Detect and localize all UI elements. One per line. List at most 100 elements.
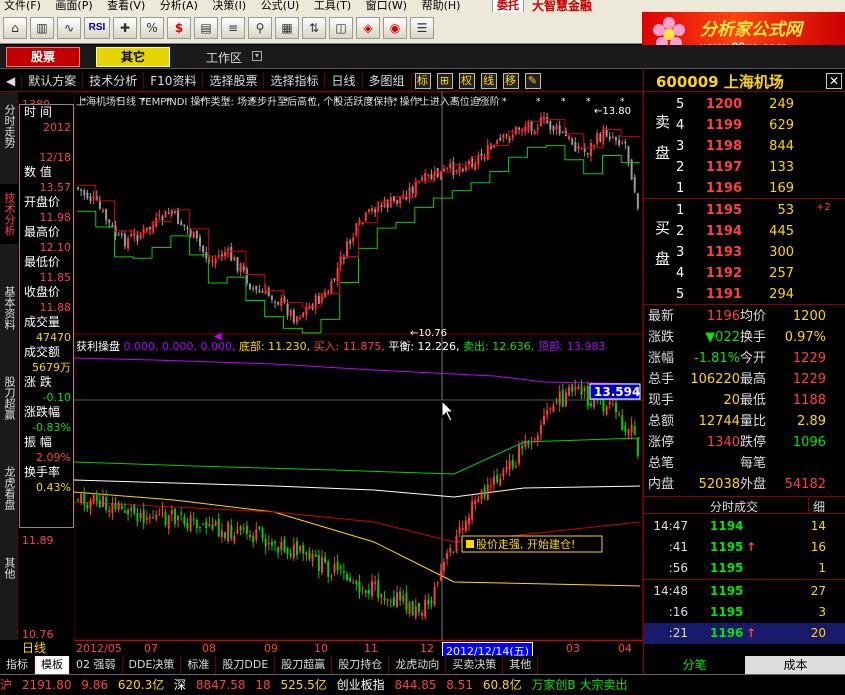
tab-stock[interactable]: 股票 bbox=[6, 47, 80, 67]
bid-row[interactable]: 4 1192 257 bbox=[644, 263, 845, 284]
news-icon[interactable]: ≡ bbox=[221, 16, 245, 39]
sz-label: 深 bbox=[174, 678, 187, 692]
candle-body bbox=[574, 387, 577, 390]
candle-body bbox=[514, 465, 517, 467]
tab-trade-decision[interactable]: 买卖决策 bbox=[446, 656, 504, 674]
candle-body bbox=[217, 255, 220, 257]
multi-chart-dropdown[interactable]: 多图组 bbox=[363, 72, 412, 89]
workspace-close-icon[interactable]: ▾ bbox=[252, 51, 262, 61]
shield-icon[interactable]: ◈ bbox=[356, 16, 380, 39]
sort-icon[interactable]: ⇅ bbox=[302, 16, 326, 39]
workspace-label[interactable]: 工作区 bbox=[206, 49, 242, 66]
move-button[interactable]: 移 bbox=[502, 72, 519, 89]
candle-body bbox=[155, 217, 158, 227]
vtab-guodao[interactable]: 股刀超赢 bbox=[0, 368, 18, 428]
select-indicator-button[interactable]: 选择指标 bbox=[264, 72, 326, 89]
menu-help[interactable]: 帮助(H) bbox=[422, 0, 461, 12]
candle-body bbox=[80, 493, 83, 503]
coin-icon[interactable]: ◉ bbox=[383, 16, 407, 39]
candle-body bbox=[633, 425, 636, 435]
nav-left-icon[interactable]: ◀ bbox=[0, 73, 23, 88]
menu-file[interactable]: 文件(F) bbox=[4, 0, 41, 12]
ask-row[interactable]: 4 1199 629 bbox=[644, 115, 845, 136]
tab-gudao-dde[interactable]: 股刀DDE bbox=[216, 656, 276, 674]
settings-icon[interactable]: ☰ bbox=[410, 16, 434, 39]
tab-strength[interactable]: 02 强弱 bbox=[70, 656, 123, 674]
bid-row[interactable]: 1 1195 53 bbox=[644, 200, 845, 221]
minute-chart-icon[interactable]: ∿ bbox=[57, 16, 81, 39]
candle-body bbox=[492, 476, 495, 485]
menu-view-screen[interactable]: 画面(P) bbox=[55, 0, 92, 12]
vtab-technical[interactable]: 技术分析 bbox=[0, 184, 18, 244]
kline-icon[interactable]: ▥ bbox=[30, 16, 54, 39]
candle-body bbox=[111, 502, 114, 514]
menu-view[interactable]: 查看(V) bbox=[107, 0, 145, 12]
dividend-icon[interactable]: % bbox=[140, 16, 164, 39]
f10-button[interactable]: F10资料 bbox=[144, 72, 204, 89]
tab-gudao-position[interactable]: 股刀持仓 bbox=[332, 656, 390, 674]
vtab-dragon[interactable]: 龙虎看盘 bbox=[0, 458, 18, 518]
vtab-minute[interactable]: 分时走势 bbox=[0, 96, 18, 156]
search-binoculars-icon[interactable]: ⚲ bbox=[248, 16, 272, 39]
brand-label: 大智慧金融 bbox=[532, 0, 593, 12]
tab-other[interactable]: 其它 bbox=[96, 47, 170, 67]
mark-button[interactable]: 标 bbox=[414, 72, 431, 89]
f10-icon[interactable]: ◫ bbox=[329, 16, 353, 39]
ask-row[interactable]: 5 1200 249 bbox=[644, 94, 845, 115]
candle-body bbox=[471, 501, 474, 521]
info-value: 2.09% bbox=[36, 451, 71, 464]
rights-button[interactable]: 权 bbox=[458, 72, 475, 89]
select-stock-button[interactable]: 选择股票 bbox=[203, 72, 265, 89]
vtab-other[interactable]: 其他 bbox=[0, 548, 18, 588]
menu-formula[interactable]: 公式(U) bbox=[261, 0, 300, 12]
vtab-fundamental[interactable]: 基本资料 bbox=[0, 278, 18, 338]
low-label: ←10.76 bbox=[410, 328, 447, 339]
menu-analysis[interactable]: 分析(A) bbox=[160, 0, 198, 12]
tab-other-ind[interactable]: 其他 bbox=[503, 656, 539, 674]
technical-analysis-dropdown[interactable]: 技术分析 bbox=[83, 72, 145, 89]
home-icon[interactable]: ⌂ bbox=[3, 16, 27, 39]
ticks-detail-button[interactable]: 细 bbox=[808, 498, 825, 515]
draw-tool-icon[interactable]: ✎ bbox=[524, 72, 541, 89]
date-tick: 11 bbox=[364, 642, 378, 655]
tab-indicator[interactable]: 指标 bbox=[0, 656, 35, 674]
bid-row[interactable]: 3 1193 300 bbox=[644, 242, 845, 263]
crosshair-icon[interactable]: ⊞ bbox=[436, 72, 453, 89]
kline-chart[interactable]: * * * * * * * * * * * * * * * * * * * *←13.80←10.76上海机场日线 T… bbox=[74, 92, 643, 640]
candle-body bbox=[236, 257, 239, 271]
menu-tools[interactable]: 工具(T) bbox=[314, 0, 351, 12]
sz-index: 8847.58 bbox=[195, 678, 246, 692]
candle-body bbox=[167, 515, 170, 529]
ask-row[interactable]: 2 1197 133 bbox=[644, 157, 845, 178]
scheme-dropdown[interactable]: 默认方案 bbox=[22, 72, 84, 89]
bid-row[interactable]: 5 1191 294 bbox=[644, 284, 845, 305]
tab-template[interactable]: 模板 bbox=[35, 656, 70, 674]
line-button[interactable]: 线 bbox=[480, 72, 497, 89]
menu-decision[interactable]: 决策(I) bbox=[212, 0, 246, 12]
tab-cost[interactable]: 成本 bbox=[745, 656, 845, 674]
trade-dollar-icon[interactable]: $ bbox=[167, 16, 191, 39]
period-dropdown[interactable]: 日线 bbox=[325, 72, 363, 89]
rsi-icon[interactable]: RSI bbox=[84, 16, 110, 39]
tab-dragon-trend[interactable]: 龙虎动向 bbox=[389, 656, 447, 674]
bid-row[interactable]: 2 1194 445 bbox=[644, 221, 845, 242]
period-label[interactable]: 日线 bbox=[18, 640, 74, 656]
data-icon[interactable]: ▦ bbox=[275, 16, 299, 39]
tab-ticks[interactable]: 分笔 bbox=[644, 656, 745, 674]
candle-body bbox=[305, 306, 308, 315]
candle-body bbox=[217, 519, 220, 537]
news-ticker[interactable]: 万家创B 大宗卖出 bbox=[531, 678, 627, 692]
candle-body bbox=[83, 190, 86, 196]
tab-standard[interactable]: 标准 bbox=[181, 656, 217, 674]
tab-dde-decision[interactable]: DDE决策 bbox=[123, 656, 182, 674]
menu-window[interactable]: 窗口(W) bbox=[366, 0, 407, 12]
stat-label: 今开 bbox=[740, 351, 767, 366]
quote-list-icon[interactable]: ▤ bbox=[194, 16, 218, 39]
ask-row[interactable]: 1 1196 169 bbox=[644, 178, 845, 199]
tab-gudao-super[interactable]: 股刀超赢 bbox=[275, 656, 333, 674]
compass-icon[interactable]: ✚ bbox=[113, 16, 137, 39]
close-icon[interactable]: ✕ bbox=[826, 73, 842, 89]
tick-arrow-icon: ↑ bbox=[746, 626, 757, 640]
ask-row[interactable]: 3 1198 844 bbox=[644, 136, 845, 157]
trade-button[interactable]: 委托 bbox=[492, 0, 524, 12]
